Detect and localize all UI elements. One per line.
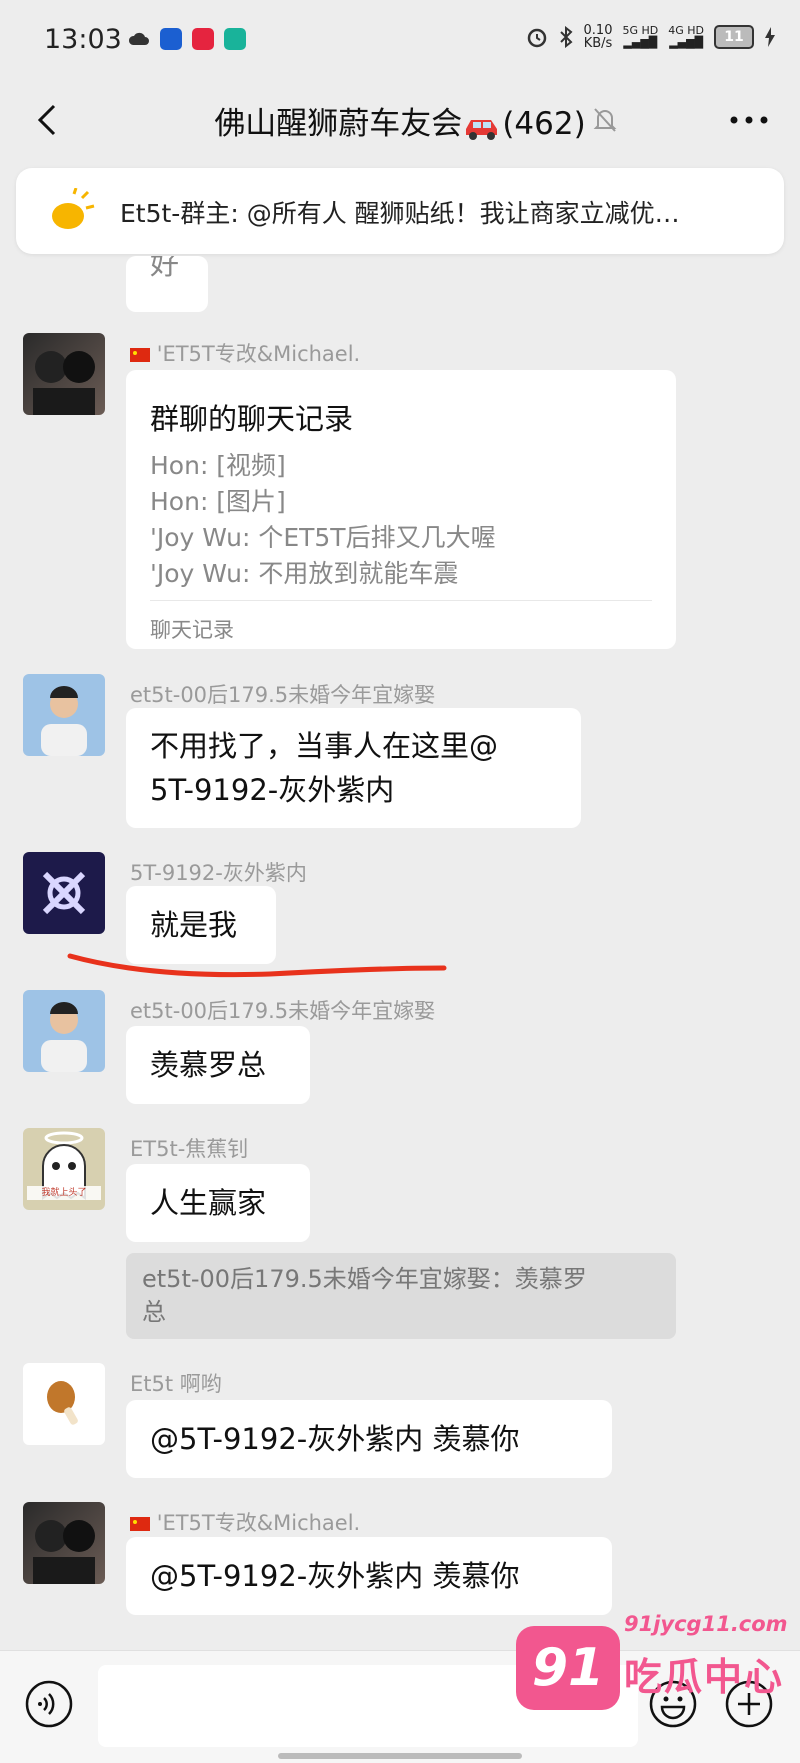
alarm-icon	[527, 28, 546, 48]
avatar[interactable]: 我就上头了	[23, 1128, 105, 1210]
sender-name: 'ET5T专改&Michael.	[130, 338, 360, 368]
red-underline-annotation	[67, 953, 447, 978]
chat-record-line: Hon: [图片]	[150, 487, 286, 516]
avatar[interactable]	[23, 1502, 105, 1584]
cloud-icon	[128, 32, 149, 45]
message-bubble[interactable]: 就是我	[126, 886, 276, 964]
sender-name: 5T-9192-灰外紫内	[130, 861, 307, 885]
app-blue-icon	[160, 28, 182, 50]
message-bubble[interactable]: 人生赢家	[126, 1164, 310, 1242]
message-bubble[interactable]: @5T-9192-灰外紫内 羡慕你	[126, 1537, 612, 1615]
china-flag-icon	[130, 1517, 150, 1531]
notice-text: Et5t-群主: @所有人 醒狮贴纸！我让商家立减优…	[120, 199, 680, 228]
status-time: 13:03	[44, 24, 122, 55]
chat-record-card[interactable]: 群聊的聊天记录 Hon: [视频] Hon: [图片] 'Joy Wu: 个ET…	[126, 370, 676, 649]
member-count: (462)	[502, 106, 586, 142]
signal-4g: 4G HD ▂▄▆█	[668, 24, 704, 49]
more-dots-icon[interactable]	[724, 100, 774, 140]
watermark-name: 吃瓜中心	[624, 1655, 785, 1699]
car-emoji-icon	[466, 119, 498, 140]
message-bubble[interactable]: 羡慕罗总	[126, 1026, 310, 1104]
sender-name: Et5t 啊哟	[130, 1372, 222, 1396]
chat-record-line: 'Joy Wu: 个ET5T后排又几大喔	[150, 523, 496, 552]
message-bubble[interactable]: 不用找了，当事人在这里@ 5T-9192-灰外紫内	[126, 708, 581, 828]
home-indicator	[278, 1753, 522, 1759]
notice-bulb-icon	[52, 188, 95, 229]
chat-title-bar: 佛山醒狮蔚车友会 (462)	[0, 86, 800, 156]
chat-title: 佛山醒狮蔚车友会 (462)	[0, 98, 800, 143]
charging-icon	[765, 27, 775, 47]
chat-record-line: Hon: [视频]	[150, 451, 286, 480]
status-bar: 13:03 0.10 KB/s 5G HD ▂▄▆█ 4G HD ▂▄▆█ 11	[0, 0, 800, 86]
message-bubble[interactable]: @5T-9192-灰外紫内 羡慕你	[126, 1400, 612, 1478]
bluetooth-icon	[559, 26, 573, 48]
chat-record-title: 群聊的聊天记录	[150, 402, 354, 436]
watermark-logo: 91 91jycg11.com 吃瓜中心	[516, 1612, 788, 1724]
sender-name: ET5t-焦蕉钊	[130, 1137, 249, 1161]
sender-name: 'ET5T专改&Michael.	[130, 1507, 360, 1537]
sender-name: et5t-00后179.5未婚今年宜嫁娶	[130, 999, 436, 1023]
group-name: 佛山醒狮蔚车友会	[214, 106, 463, 142]
mute-bell-icon	[593, 108, 617, 132]
sender-name: et5t-00后179.5未婚今年宜嫁娶	[130, 683, 436, 707]
avatar-caption: 我就上头了	[41, 1188, 87, 1198]
avatar[interactable]	[23, 852, 105, 934]
battery-indicator: 11	[714, 25, 754, 49]
voice-input-icon[interactable]	[24, 1679, 74, 1729]
partial-message-bubble[interactable]: 好	[126, 256, 208, 312]
quoted-reply[interactable]: et5t-00后179.5未婚今年宜嫁娶：羡慕罗 总	[126, 1253, 676, 1339]
avatar[interactable]	[23, 1363, 105, 1445]
divider	[150, 600, 652, 601]
app-green-icon	[224, 28, 246, 50]
chat-record-line: 'Joy Wu: 不用放到就能车震	[150, 559, 459, 588]
avatar[interactable]	[23, 674, 105, 756]
chat-record-footer: 聊天记录	[150, 618, 234, 642]
watermark-badge: 91	[516, 1626, 620, 1710]
app-red-icon	[192, 28, 214, 50]
signal-5g: 5G HD ▂▄▆█	[622, 24, 659, 49]
group-notice-banner[interactable]: Et5t-群主: @所有人 醒狮贴纸！我让商家立减优…	[16, 168, 784, 254]
status-app-icons	[128, 28, 246, 50]
china-flag-icon	[130, 348, 150, 362]
avatar[interactable]	[23, 990, 105, 1072]
network-speed: 0.10 KB/s	[583, 23, 613, 51]
avatar[interactable]	[23, 333, 105, 415]
watermark-url: 91jycg11.com	[624, 1612, 788, 1636]
status-right: 0.10 KB/s 5G HD ▂▄▆█ 4G HD ▂▄▆█ 11	[526, 24, 776, 50]
